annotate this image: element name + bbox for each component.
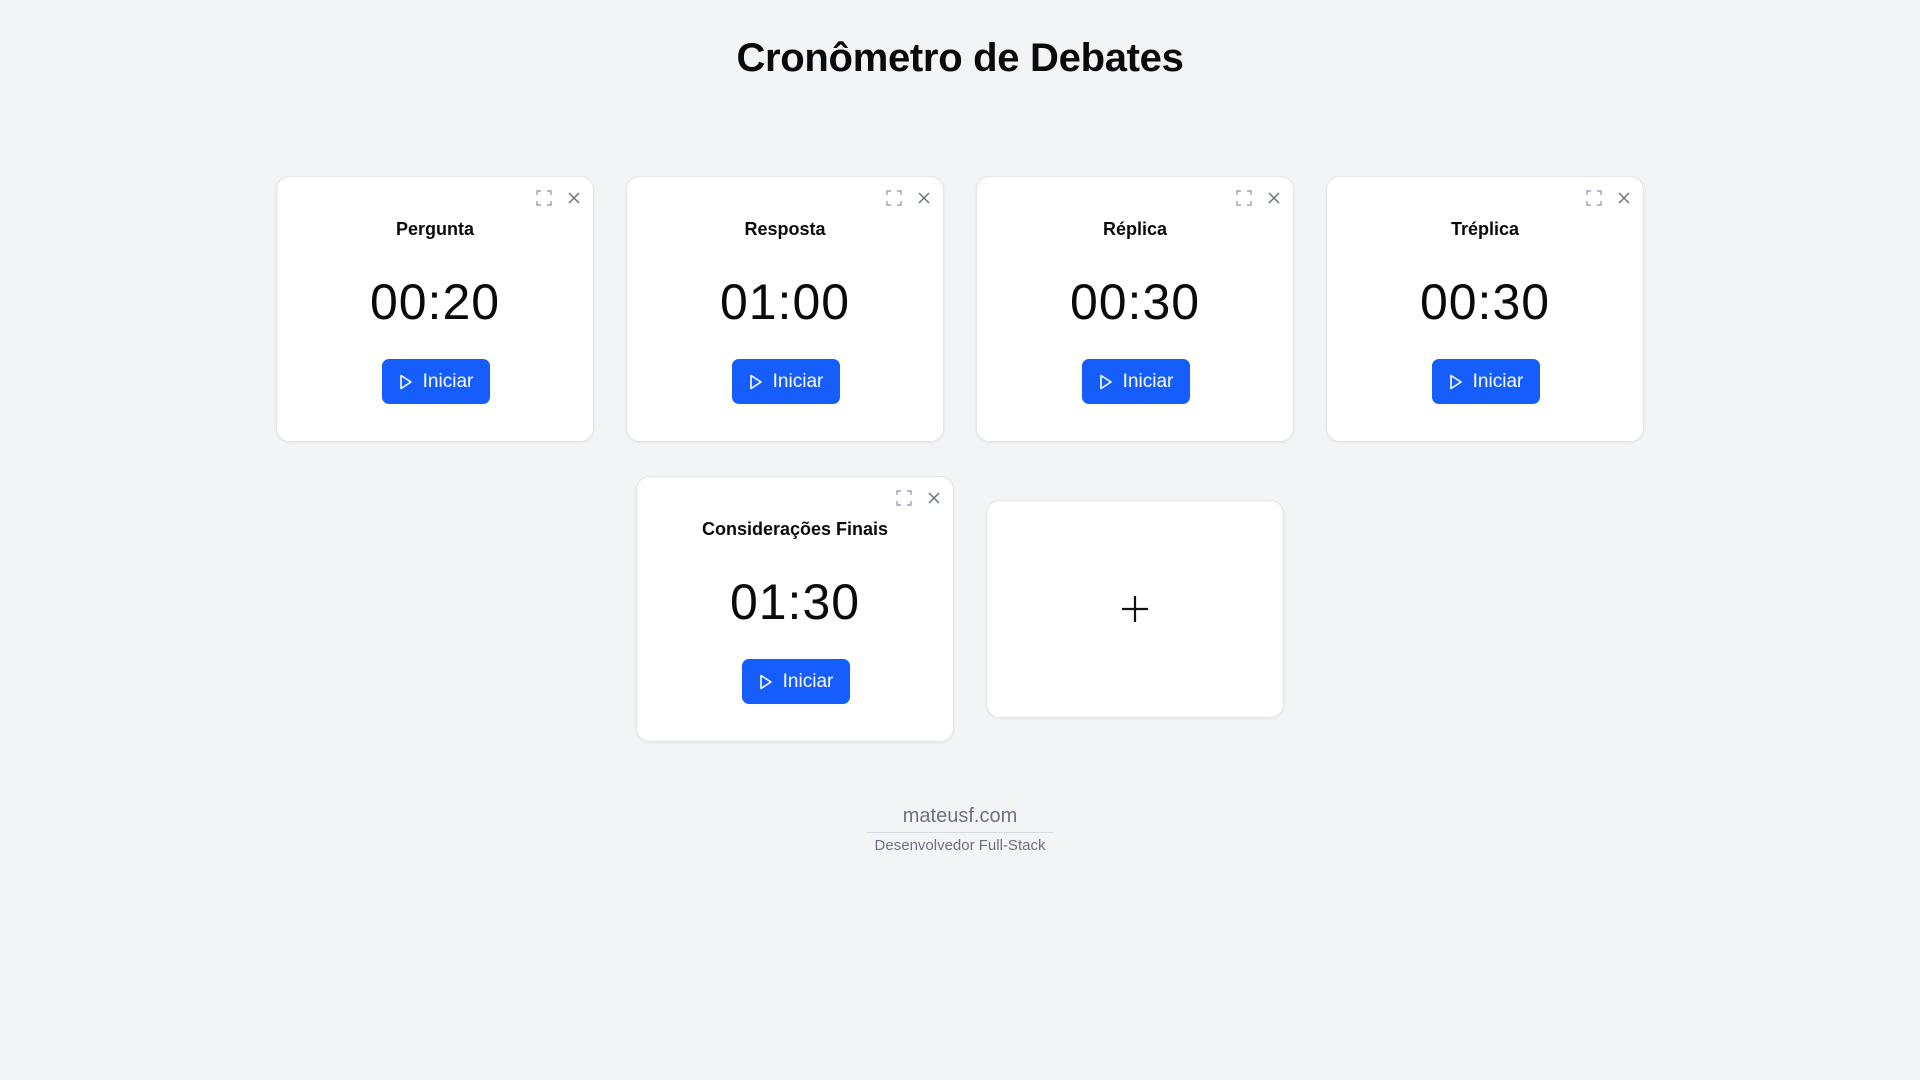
timer-card-replica: Réplica 00:30 Iniciar [976, 176, 1294, 442]
timer-title: Considerações Finais [701, 519, 889, 539]
close-icon [918, 192, 930, 204]
card-controls [895, 489, 943, 507]
close-button[interactable] [915, 189, 933, 207]
start-button[interactable]: Iniciar [1082, 359, 1190, 404]
close-icon [568, 192, 580, 204]
fullscreen-icon [536, 190, 552, 206]
start-button-label: Iniciar [1472, 370, 1524, 392]
timer-card-pergunta: Pergunta 00:20 Iniciar [276, 176, 594, 442]
timer-title: Resposta [744, 219, 826, 239]
card-controls [1235, 189, 1283, 207]
page: Cronômetro de Debates Pergunta 00:20 Ini… [0, 0, 1920, 1080]
footer: mateusf.com Desenvolvedor Full-Stack [0, 805, 1920, 854]
fullscreen-button[interactable] [885, 189, 903, 207]
card-controls [535, 189, 583, 207]
close-button[interactable] [1615, 189, 1633, 207]
timer-title: Pergunta [395, 219, 474, 239]
close-button[interactable] [925, 489, 943, 507]
page-title: Cronômetro de Debates [736, 36, 1184, 80]
start-button[interactable]: Iniciar [742, 659, 850, 704]
timer-card-treplica: Tréplica 00:30 Iniciar [1326, 176, 1644, 442]
close-button[interactable] [565, 189, 583, 207]
close-icon [1618, 192, 1630, 204]
fullscreen-icon [1586, 190, 1602, 206]
play-icon [759, 674, 772, 689]
footer-role: Desenvolvedor Full-Stack [874, 837, 1046, 854]
timer-title: Tréplica [1450, 219, 1520, 239]
timer-display: 00:20 [369, 274, 501, 330]
timer-display: 01:30 [729, 574, 861, 630]
timer-display: 01:00 [719, 274, 851, 330]
fullscreen-button[interactable] [1235, 189, 1253, 207]
fullscreen-icon [896, 490, 912, 506]
close-icon [928, 492, 940, 504]
timer-title: Réplica [1102, 219, 1168, 239]
start-button-label: Iniciar [1122, 370, 1174, 392]
start-button[interactable]: Iniciar [732, 359, 840, 404]
timer-display: 00:30 [1419, 274, 1551, 330]
close-button[interactable] [1265, 189, 1283, 207]
start-button[interactable]: Iniciar [1432, 359, 1540, 404]
fullscreen-icon [886, 190, 902, 206]
play-icon [399, 374, 412, 389]
timer-display: 00:30 [1069, 274, 1201, 330]
play-icon [1449, 374, 1462, 389]
footer-site-link[interactable]: mateusf.com [866, 805, 1054, 833]
card-controls [1585, 189, 1633, 207]
play-icon [1099, 374, 1112, 389]
start-button[interactable]: Iniciar [382, 359, 490, 404]
timer-card-consideracoes-finais: Considerações Finais 01:30 Iniciar [636, 476, 954, 742]
start-button-label: Iniciar [422, 370, 474, 392]
fullscreen-button[interactable] [895, 489, 913, 507]
plus-icon [1122, 596, 1148, 622]
card-controls [885, 189, 933, 207]
fullscreen-button[interactable] [1585, 189, 1603, 207]
timer-card-resposta: Resposta 01:00 Iniciar [626, 176, 944, 442]
fullscreen-button[interactable] [535, 189, 553, 207]
start-button-label: Iniciar [772, 370, 824, 392]
start-button-label: Iniciar [782, 670, 834, 692]
close-icon [1268, 192, 1280, 204]
play-icon [749, 374, 762, 389]
fullscreen-icon [1236, 190, 1252, 206]
add-timer-button[interactable] [986, 500, 1284, 718]
